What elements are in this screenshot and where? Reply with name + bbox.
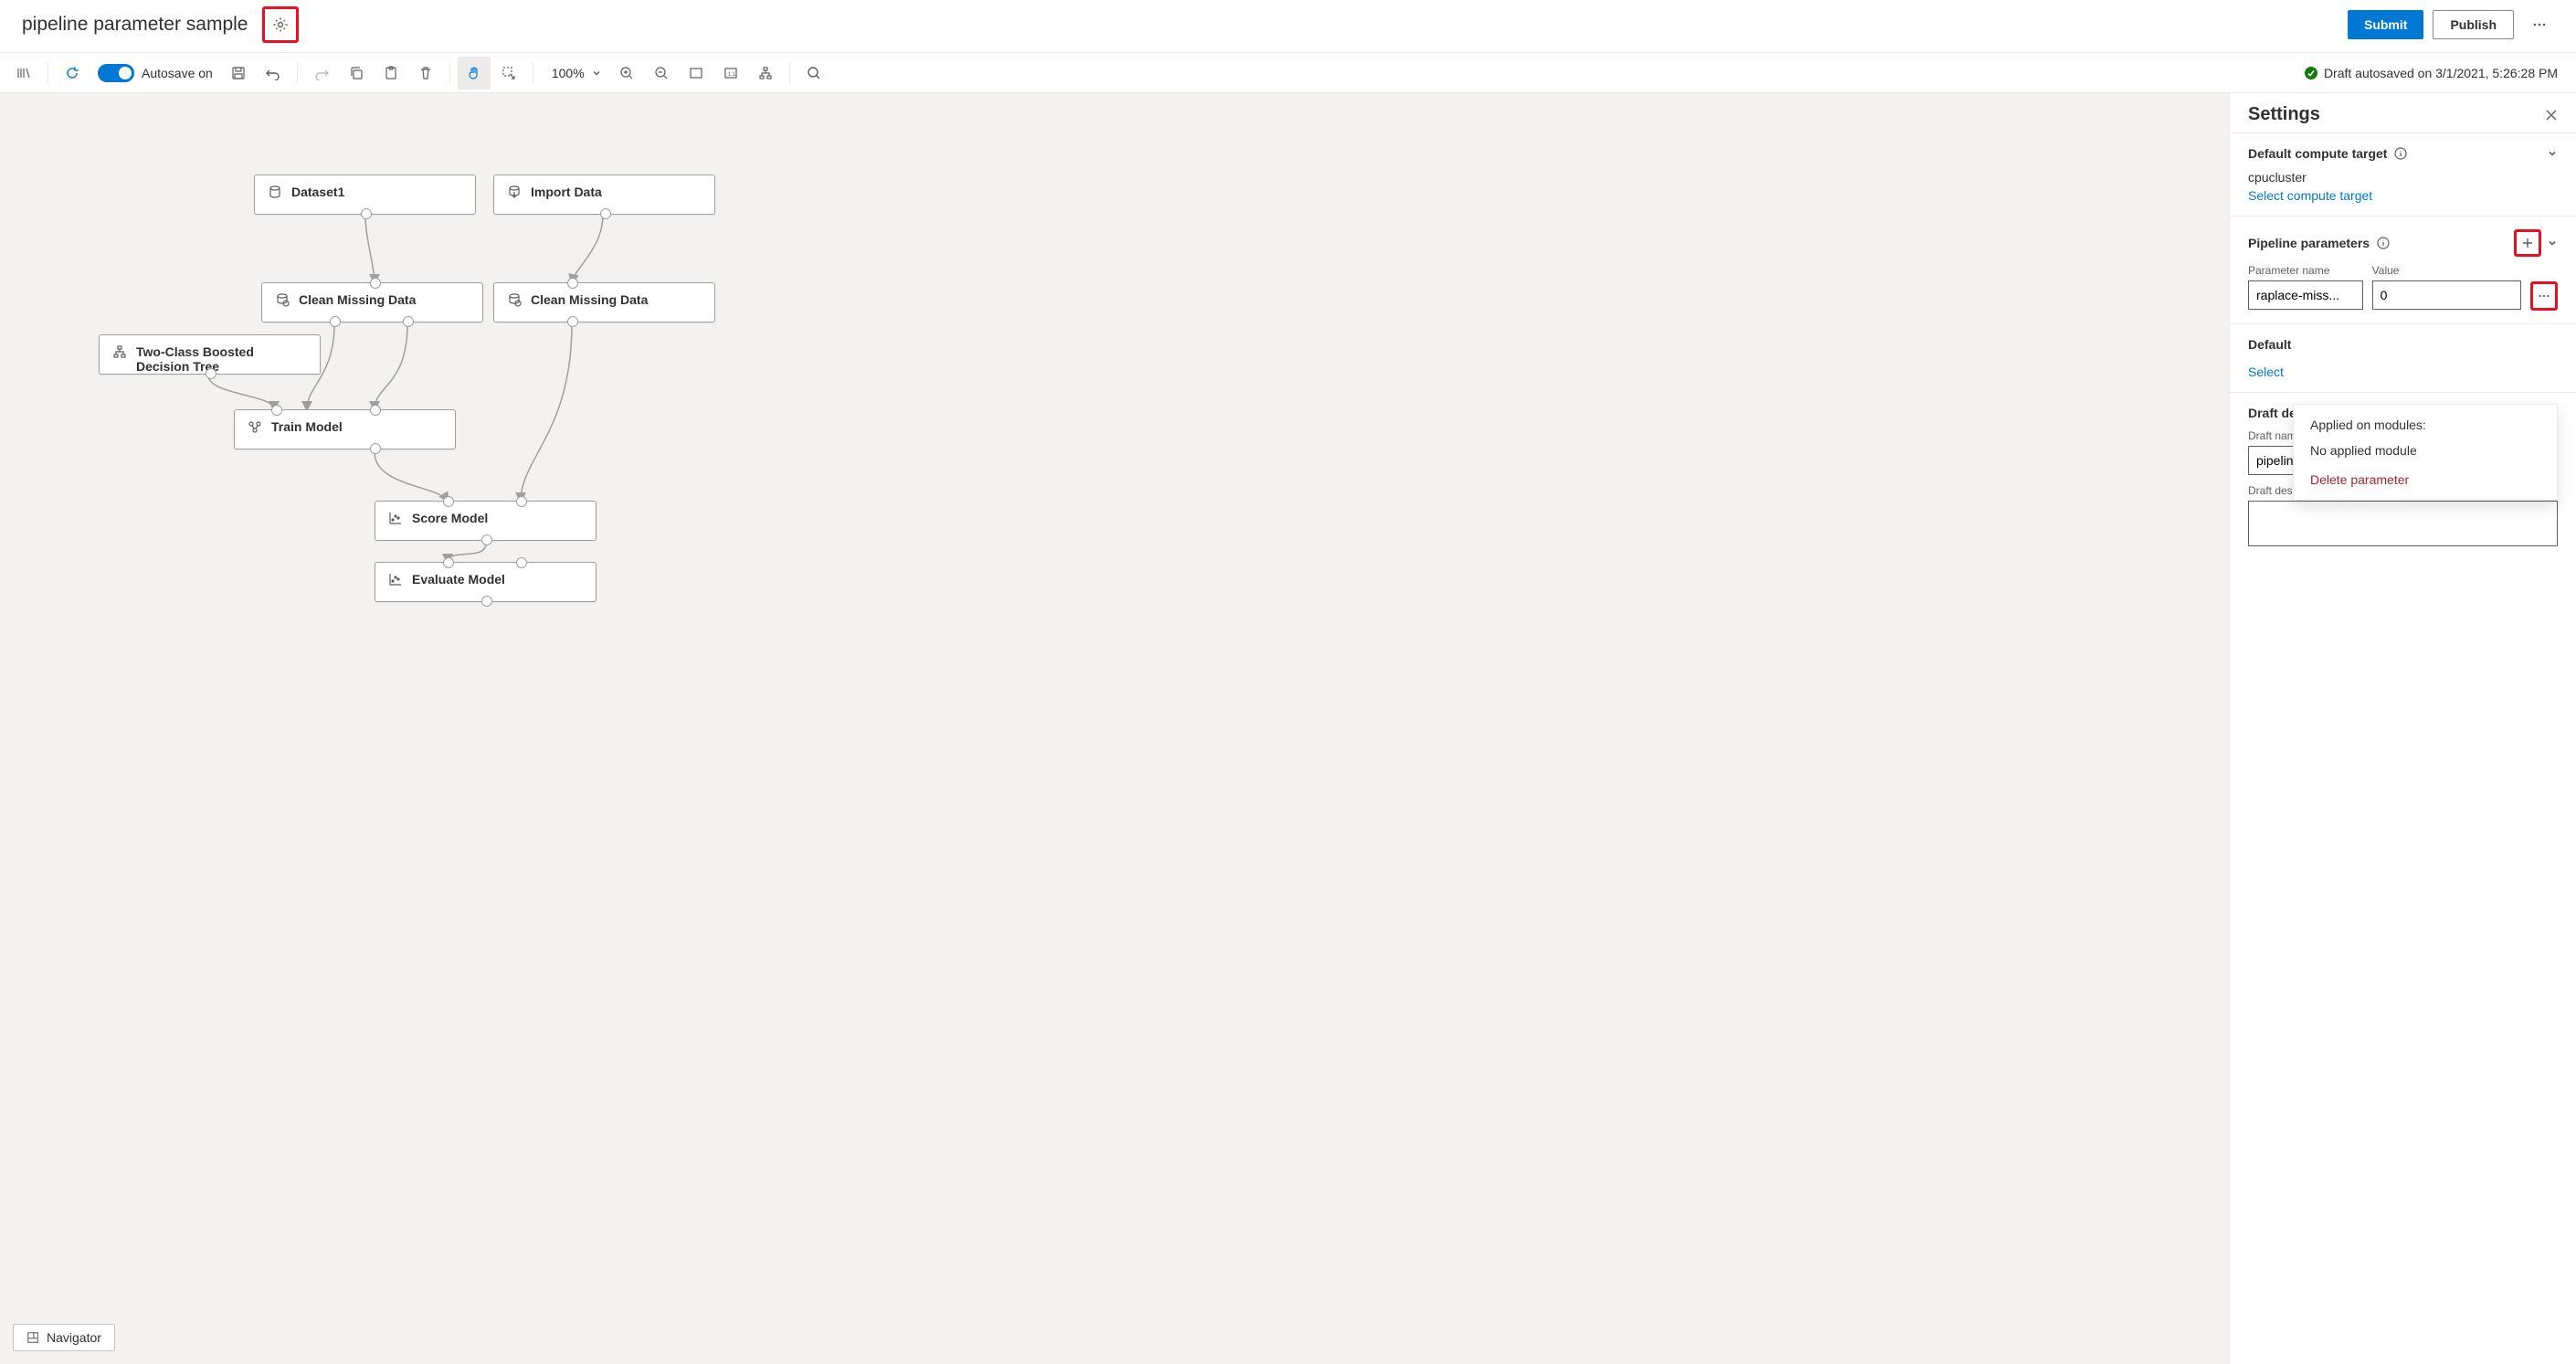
score-icon xyxy=(388,511,403,525)
undo-icon[interactable] xyxy=(257,57,290,90)
popover-applied-text: No applied module xyxy=(2310,443,2540,458)
submit-button[interactable]: Submit xyxy=(2348,10,2423,39)
delete-parameter-link[interactable]: Delete parameter xyxy=(2310,472,2540,487)
more-icon[interactable] xyxy=(2538,290,2550,302)
parameters-section-title: Pipeline parameters xyxy=(2248,236,2370,250)
header-more-button[interactable] xyxy=(2525,10,2554,39)
node-two-class-boosted[interactable]: Two-Class Boosted Decision Tree xyxy=(99,334,321,375)
pan-hand-icon[interactable] xyxy=(458,57,491,90)
popover-applied-title: Applied on modules: xyxy=(2310,418,2540,432)
compute-value: cpucluster xyxy=(2248,170,2558,185)
actual-size-icon[interactable]: 1:1 xyxy=(714,57,747,90)
status-text: Draft autosaved on 3/1/2021, 5:26:28 PM xyxy=(2324,66,2558,80)
node-label: Import Data xyxy=(531,185,602,199)
save-icon[interactable] xyxy=(222,57,255,90)
node-label: Evaluate Model xyxy=(412,572,505,587)
section-compute: Default compute target cpucluster Select… xyxy=(2230,132,2576,216)
page-header: pipeline parameter sample Submit Publish xyxy=(0,0,2576,53)
redo-icon[interactable] xyxy=(305,57,338,90)
node-clean-missing-1[interactable]: Clean Missing Data xyxy=(261,282,483,322)
node-train-model[interactable]: Train Model xyxy=(234,409,456,449)
node-clean-missing-2[interactable]: Clean Missing Data xyxy=(493,282,715,322)
search-canvas-icon[interactable] xyxy=(797,57,830,90)
section-parameters: Pipeline parameters Parameter name Value xyxy=(2230,216,2576,323)
select-lasso-icon[interactable] xyxy=(492,57,525,90)
clean-icon xyxy=(275,292,290,307)
settings-title: Settings xyxy=(2248,104,2320,125)
node-label: Score Model xyxy=(412,511,488,525)
toolbar: Autosave on 100% 1:1 Draft autosaved on … xyxy=(0,53,2576,93)
map-icon xyxy=(26,1331,39,1344)
pipeline-title: pipeline parameter sample xyxy=(22,14,248,36)
param-value-input[interactable] xyxy=(2372,280,2521,310)
node-evaluate-model[interactable]: Evaluate Model xyxy=(375,562,596,602)
database-icon xyxy=(268,185,282,199)
autosave-status: Draft autosaved on 3/1/2021, 5:26:28 PM xyxy=(2304,66,2558,80)
svg-text:1:1: 1:1 xyxy=(728,72,736,78)
paste-icon[interactable] xyxy=(375,57,407,90)
param-value-label: Value xyxy=(2372,264,2521,277)
publish-button[interactable]: Publish xyxy=(2433,10,2514,39)
delete-icon[interactable] xyxy=(409,57,442,90)
parameter-popover: Applied on modules: No applied module De… xyxy=(2293,404,2558,501)
autosave-label: Autosave on xyxy=(142,66,213,80)
param-name-label: Parameter name xyxy=(2248,264,2363,277)
tree-icon xyxy=(112,344,127,359)
zoom-out-icon[interactable] xyxy=(645,57,678,90)
auto-layout-icon[interactable] xyxy=(749,57,782,90)
canvas[interactable]: Dataset1 Import Data Clean Missing Data … xyxy=(0,93,2229,1364)
draft-desc-input[interactable] xyxy=(2248,501,2558,546)
settings-panel: Settings Default compute target cpuclust… xyxy=(2229,93,2576,1364)
node-label: Train Model xyxy=(271,419,343,434)
fit-screen-icon[interactable] xyxy=(680,57,713,90)
navigator-label: Navigator xyxy=(47,1330,101,1345)
refresh-icon[interactable] xyxy=(56,57,89,90)
datastore-section-title: Default xyxy=(2248,337,2291,352)
node-label: Clean Missing Data xyxy=(531,292,648,307)
select-compute-link[interactable]: Select compute target xyxy=(2248,188,2372,203)
chevron-down-icon[interactable] xyxy=(2547,148,2558,159)
zoom-in-icon[interactable] xyxy=(610,57,643,90)
section-datastore: Default Select xyxy=(2230,323,2576,392)
node-label: Clean Missing Data xyxy=(299,292,416,307)
copy-icon[interactable] xyxy=(340,57,373,90)
node-score-model[interactable]: Score Model xyxy=(375,501,596,541)
info-icon[interactable] xyxy=(2377,237,2390,249)
plus-icon[interactable] xyxy=(2521,237,2534,249)
zoom-level[interactable]: 100% xyxy=(548,66,588,80)
param-name-input[interactable] xyxy=(2248,280,2363,310)
compute-section-title: Default compute target xyxy=(2248,146,2387,161)
chevron-down-icon[interactable] xyxy=(592,69,601,78)
param-more-highlight xyxy=(2530,281,2558,311)
node-label: Two-Class Boosted Decision Tree xyxy=(136,344,307,374)
evaluate-icon xyxy=(388,572,403,587)
chevron-down-icon[interactable] xyxy=(2547,238,2558,248)
settings-gear-highlight xyxy=(262,6,299,43)
close-icon[interactable] xyxy=(2545,109,2558,122)
import-icon xyxy=(507,185,522,199)
main: Dataset1 Import Data Clean Missing Data … xyxy=(0,93,2576,1364)
autosave-toggle[interactable]: Autosave on xyxy=(98,64,213,82)
library-icon[interactable] xyxy=(7,57,40,90)
gear-icon[interactable] xyxy=(271,16,290,34)
node-label: Dataset1 xyxy=(291,185,344,199)
node-dataset1[interactable]: Dataset1 xyxy=(254,174,476,215)
navigator-button[interactable]: Navigator xyxy=(13,1324,115,1351)
node-import-data[interactable]: Import Data xyxy=(493,174,715,215)
info-icon[interactable] xyxy=(2394,147,2407,160)
train-icon xyxy=(248,419,262,434)
clean-icon xyxy=(507,292,522,307)
add-parameter-highlight xyxy=(2514,229,2541,257)
select-datastore-link[interactable]: Select xyxy=(2248,365,2284,379)
check-circle-icon xyxy=(2304,66,2318,80)
